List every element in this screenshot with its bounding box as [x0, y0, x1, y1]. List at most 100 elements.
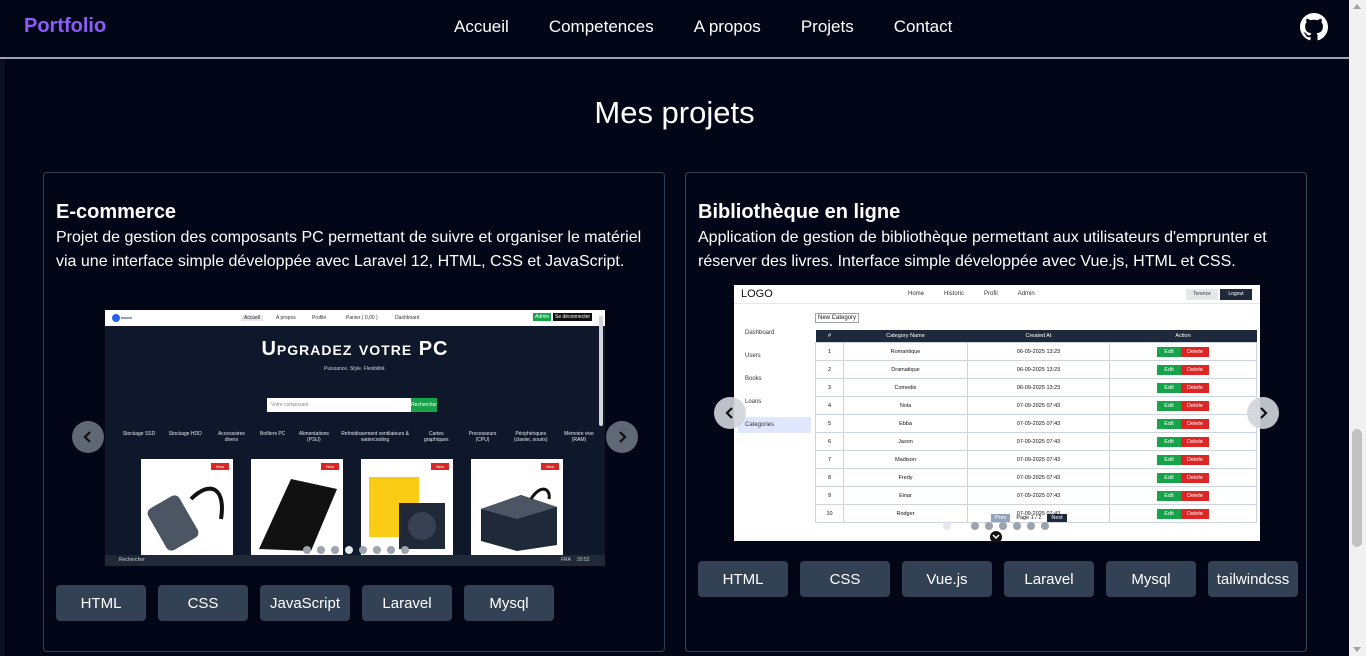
github-icon[interactable] — [1300, 13, 1328, 41]
tag-javascript[interactable]: JavaScript — [260, 585, 350, 621]
carousel-dot[interactable] — [1027, 522, 1035, 530]
shot-actions-cell: Edit Delete — [1109, 360, 1257, 379]
shot-badge: New — [431, 463, 449, 470]
carousel-dot[interactable] — [1013, 522, 1021, 530]
shot-product-card: New — [141, 459, 233, 555]
scroll-down-icon[interactable] — [1353, 647, 1361, 652]
shot-logo: LOGO — [741, 288, 773, 300]
shot-sidebar: Dashboard Users Books Loans Categories — [738, 325, 811, 440]
shot-edit-button: Edit — [1157, 418, 1181, 429]
tag-vuejs[interactable]: Vue.js — [902, 561, 992, 597]
shot-table-cell: 07-09-2025 07:43 — [967, 396, 1110, 415]
nav-a-propos[interactable]: A propos — [694, 17, 761, 37]
tag-css[interactable]: CSS — [800, 561, 890, 597]
tag-laravel[interactable]: Laravel — [1004, 561, 1094, 597]
carousel-dot[interactable] — [359, 546, 367, 554]
scroll-up-icon[interactable] — [1353, 4, 1361, 9]
carousel-dot[interactable] — [387, 546, 395, 554]
shot-edit-button: Edit — [1157, 490, 1181, 501]
project-screenshot: Accueil A propos Profile Panier ( 0,00 )… — [105, 310, 605, 566]
nav-competences[interactable]: Competences — [549, 17, 654, 37]
shot-table-row: 5 Ebba 07-09-2025 07:43 Edit Delete — [815, 414, 1257, 433]
brand-logo[interactable]: Portfolio — [24, 15, 106, 38]
shot-table-row: 3 Comedie 06-09-2025 13:23 Edit Delete — [815, 378, 1257, 397]
carousel-dot[interactable] — [1041, 522, 1049, 530]
shot-nav: Home Historic Profil Admin — [908, 291, 1035, 297]
carousel-dot[interactable] — [985, 522, 993, 530]
shot-table-cell: Fredy — [843, 468, 968, 487]
shot-delete-button: Delete — [1181, 382, 1209, 393]
shot-edit-button: Edit — [1157, 436, 1181, 447]
shot-sidebar-item: Dashboard — [745, 330, 775, 336]
chevron-right-icon — [1260, 407, 1268, 419]
tag-mysql[interactable]: Mysql — [1106, 561, 1196, 597]
shot-actions-cell: Edit Delete — [1109, 468, 1257, 487]
shot-table-cell: 9 — [815, 486, 844, 505]
shot-nav-item: Historic — [944, 291, 965, 297]
shot-table-cell: 07-09-2025 07:43 — [967, 414, 1110, 433]
tag-tailwindcss[interactable]: tailwindcss — [1208, 561, 1298, 597]
shot-sidebar-item: Categories — [738, 417, 811, 433]
nav-accueil[interactable]: Accueil — [454, 17, 509, 37]
shot-table-cell: 4 — [815, 396, 844, 415]
shot-table-cell: 7 — [815, 450, 844, 469]
shot-header: Accueil A propos Profile Panier ( 0,00 )… — [105, 310, 605, 326]
shot-col-header: Action — [1109, 330, 1257, 343]
carousel-dot[interactable] — [943, 522, 951, 530]
shot-nav-item: Admin — [1017, 291, 1035, 297]
carousel-dot[interactable] — [303, 546, 311, 554]
shot-table-cell: 06-09-2025 13:23 — [967, 342, 1110, 361]
shot-sidebar-item: Loans — [745, 399, 762, 405]
shot-table-cell: 07-09-2025 07:43 — [967, 486, 1110, 505]
shot-category-table: # Category Name Created At Action 1 Roman… — [815, 330, 1257, 523]
shot-search-placeholder: Votre composant — [271, 402, 309, 408]
shot-category: Cartes graphiques — [423, 431, 449, 443]
shot-table-cell: 2 — [815, 360, 844, 379]
shot-admin-button: Admin — [533, 313, 552, 321]
shot-actions-cell: Edit Delete — [1109, 378, 1257, 397]
shot-edit-button: Edit — [1157, 454, 1181, 465]
top-navbar: Portfolio Accueil Competences A propos P… — [0, 0, 1349, 59]
carousel-dot[interactable] — [331, 546, 339, 554]
shot-taskbar-time: 20:52 — [577, 557, 590, 563]
tag-css[interactable]: CSS — [158, 585, 248, 621]
shot-edit-button: Edit — [1157, 472, 1181, 483]
shot-product-card: New — [361, 459, 453, 555]
shot-search: Votre composant Rechercher — [267, 398, 437, 412]
carousel-dot[interactable] — [401, 546, 409, 554]
shot-prev: Prev — [991, 514, 1011, 522]
shot-table-cell: Jason — [843, 432, 968, 451]
carousel-next-button[interactable] — [1247, 397, 1279, 429]
carousel-dot[interactable] — [971, 522, 979, 530]
carousel-next-button[interactable] — [606, 421, 638, 453]
scrollbar[interactable] — [1349, 0, 1366, 656]
scroll-thumb[interactable] — [1352, 429, 1362, 547]
carousel-dot[interactable] — [345, 546, 353, 554]
project-card-ecommerce: E-commerce Projet de gestion des composa… — [43, 172, 665, 652]
shot-col-header: # — [815, 330, 844, 343]
carousel-dot[interactable] — [317, 546, 325, 554]
shot-taskbar: Rechercher FRA 20:52 — [105, 555, 605, 566]
shot-table-cell: 06-09-2025 13:23 — [967, 378, 1110, 397]
carousel-prev-button[interactable] — [714, 397, 746, 429]
scroll-down-badge-icon[interactable] — [990, 531, 1002, 543]
tag-laravel[interactable]: Laravel — [362, 585, 452, 621]
tag-html[interactable]: HTML — [56, 585, 146, 621]
nav-contact[interactable]: Contact — [894, 17, 953, 37]
shot-link: A propos — [276, 315, 296, 321]
shot-actions-cell: Edit Delete — [1109, 432, 1257, 451]
tag-mysql[interactable]: Mysql — [464, 585, 554, 621]
carousel-dots — [943, 522, 1049, 530]
shot-table-row: 1 Romantique 06-09-2025 13:23 Edit Delete — [815, 342, 1257, 361]
shot-link: Panier ( 0,00 ) — [346, 315, 378, 321]
carousel-prev-button[interactable] — [72, 421, 104, 453]
carousel-dot[interactable] — [373, 546, 381, 554]
shot-table-cell: 8 — [815, 468, 844, 487]
shot-taskbar-search: Rechercher — [119, 557, 145, 563]
tag-html[interactable]: HTML — [698, 561, 788, 597]
carousel-dot[interactable] — [999, 522, 1007, 530]
shot-delete-button: Delete — [1181, 364, 1209, 375]
shop-logo-icon — [112, 314, 132, 322]
shot-table-cell: 3 — [815, 378, 844, 397]
nav-projets[interactable]: Projets — [801, 17, 854, 37]
